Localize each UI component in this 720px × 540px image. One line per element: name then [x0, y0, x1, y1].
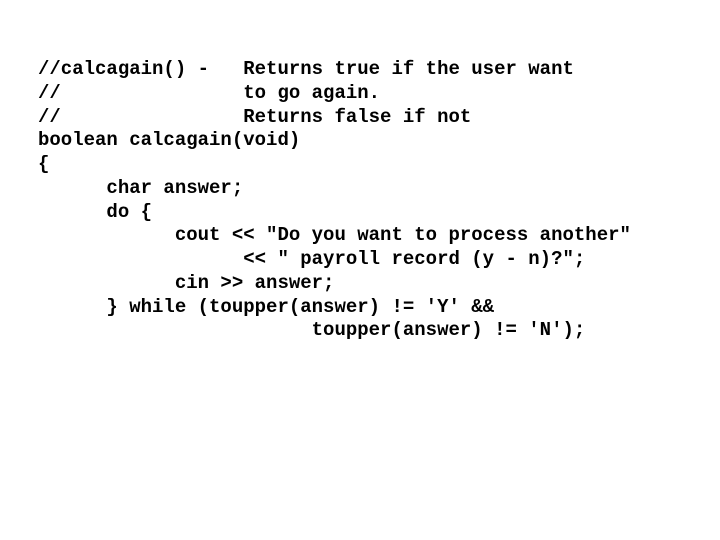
code-line-4: {	[38, 153, 720, 177]
code-line-1: // to go again.	[38, 82, 720, 106]
code-line-8: cout << "Do you want to process another"	[38, 224, 720, 248]
code-line-7: do {	[38, 201, 720, 225]
code-line-3: boolean calcagain(void)	[38, 129, 720, 153]
code-line-5: char answer;	[38, 177, 720, 201]
code-line-11: } while (toupper(answer) != 'Y' &&	[38, 296, 720, 320]
code-line-12: toupper(answer) != 'N');	[38, 319, 720, 343]
code-line-2: // Returns false if not	[38, 106, 720, 130]
code-block: //calcagain() - Returns true if the user…	[38, 58, 720, 343]
code-line-0: //calcagain() - Returns true if the user…	[38, 58, 720, 82]
code-line-9: << " payroll record (y - n)?";	[38, 248, 720, 272]
code-line-10: cin >> answer;	[38, 272, 720, 296]
